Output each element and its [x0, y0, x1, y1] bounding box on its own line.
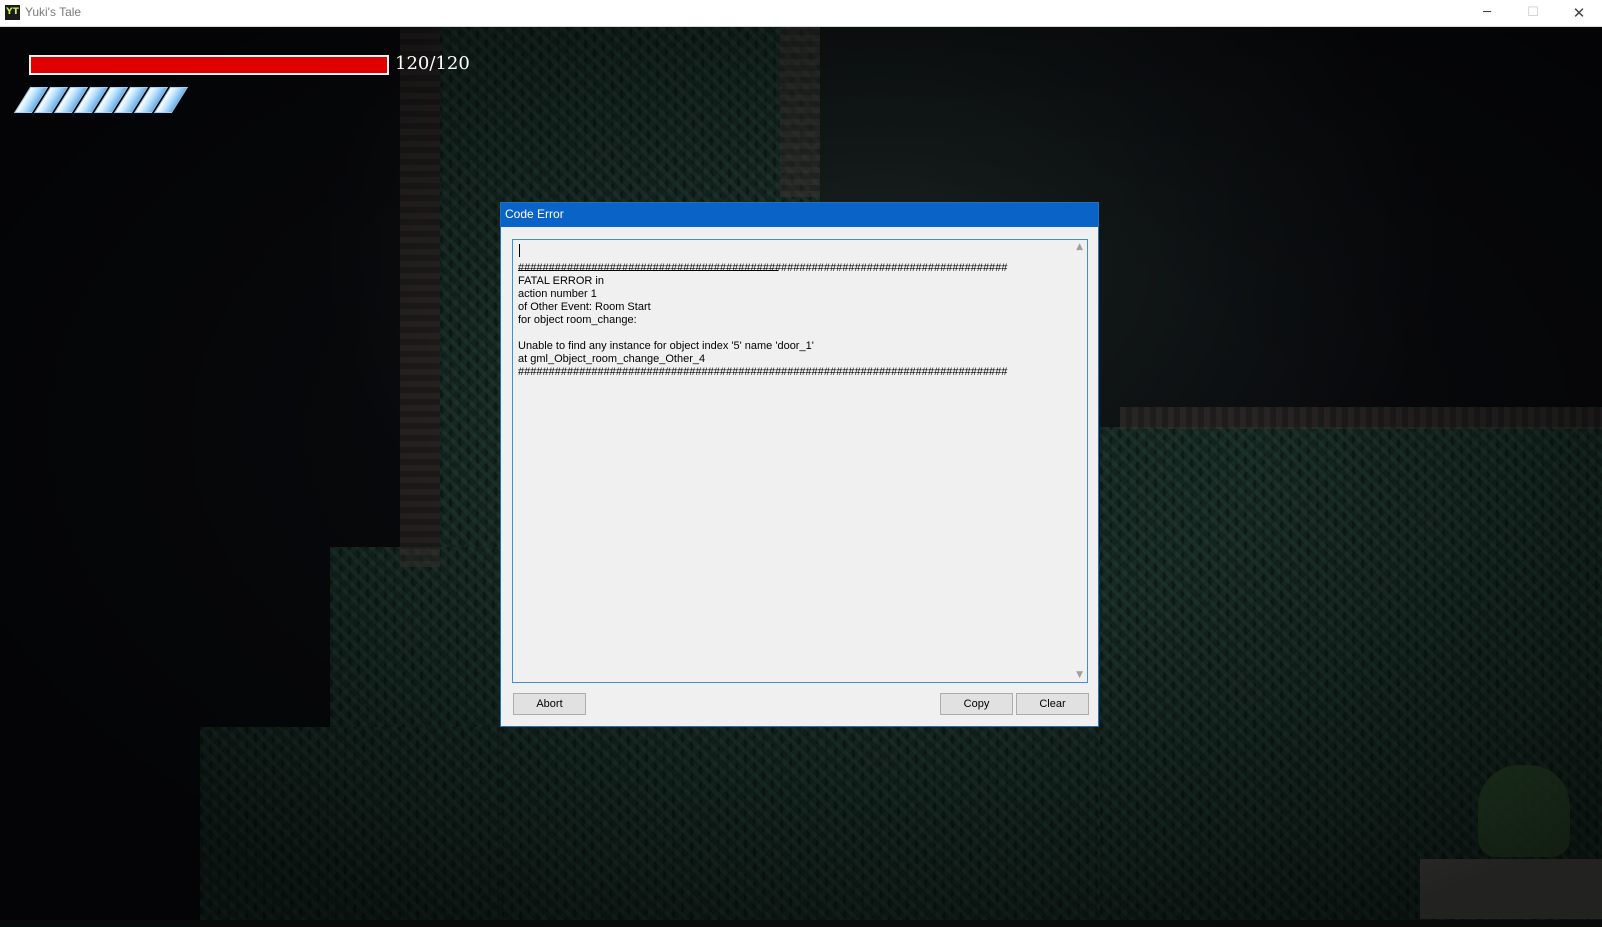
copy-button[interactable]: Copy — [940, 693, 1013, 715]
health-bar — [29, 55, 389, 75]
vertical-scrollbar[interactable]: ▲ ▼ — [1070, 240, 1087, 682]
health-bar-fill — [31, 57, 387, 73]
dialog-title: Code Error — [505, 207, 564, 221]
code-error-dialog: Code Error #############################… — [500, 202, 1099, 727]
abort-button[interactable]: Abort — [513, 693, 586, 715]
maximize-button[interactable]: ☐ — [1510, 0, 1556, 26]
scroll-up-icon[interactable]: ▲ — [1076, 242, 1083, 252]
window-title: Yuki's Tale — [25, 5, 82, 19]
dialog-titlebar: Code Error — [501, 203, 1098, 227]
game-app-icon: YT — [5, 5, 20, 20]
text-caret — [519, 244, 520, 257]
window-titlebar: YT Yuki's Tale ─ ☐ ✕ — [0, 0, 1602, 27]
ice-blade-ammo — [13, 87, 189, 113]
scroll-down-icon[interactable]: ▼ — [1076, 670, 1083, 680]
minimize-button[interactable]: ─ — [1464, 0, 1510, 26]
clear-button[interactable]: Clear — [1016, 693, 1089, 715]
close-button[interactable]: ✕ — [1556, 0, 1602, 26]
error-message: ########################################… — [518, 262, 1008, 378]
health-text: 120/120 — [395, 53, 470, 74]
error-text-area[interactable]: ########################################… — [512, 239, 1088, 683]
